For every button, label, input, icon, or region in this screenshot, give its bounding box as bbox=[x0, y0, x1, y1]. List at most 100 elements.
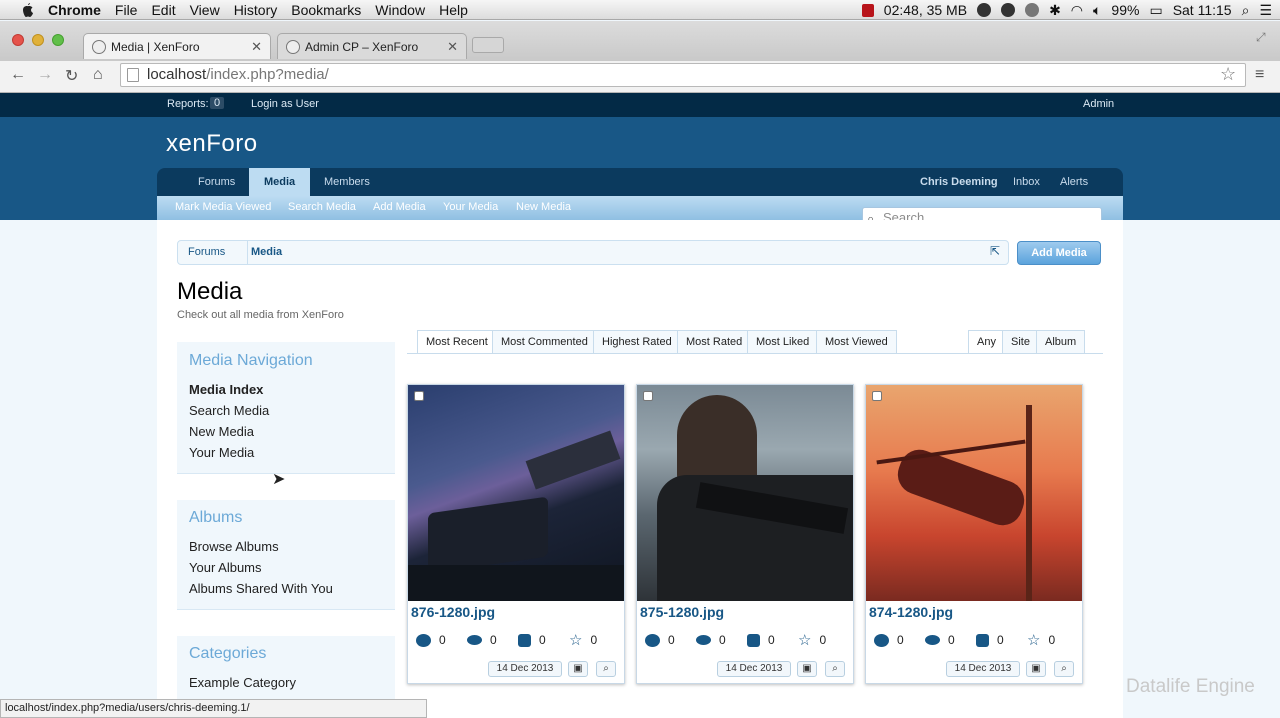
filter-most-recent[interactable]: Most Recent bbox=[417, 330, 497, 354]
tab-admin-cp[interactable]: Admin CP – XenForo ✕ bbox=[277, 33, 467, 59]
reload-icon[interactable]: ↻ bbox=[65, 66, 78, 86]
media-card[interactable]: 876-1280.jpg 0 0 0 ☆ 0 14 Dec 2013 ▣ ⌕ bbox=[407, 384, 625, 684]
address-bar[interactable]: localhost/index.php?media/ bbox=[120, 63, 1246, 87]
media-date[interactable]: 14 Dec 2013 bbox=[946, 661, 1020, 677]
breadcrumb-media[interactable]: Media bbox=[251, 240, 282, 265]
like-count: 0 bbox=[539, 633, 546, 647]
sidebar-item-media-index[interactable]: Media Index bbox=[189, 382, 263, 397]
filter-most-liked[interactable]: Most Liked bbox=[747, 330, 819, 354]
wifi-icon[interactable]: ◠ bbox=[1071, 2, 1083, 19]
menu-history[interactable]: History bbox=[234, 2, 278, 18]
media-thumbnail[interactable] bbox=[637, 385, 853, 601]
add-media-button[interactable]: Add Media bbox=[1017, 241, 1101, 265]
filter-highest-rated[interactable]: Highest Rated bbox=[593, 330, 681, 354]
window-minimize-button[interactable] bbox=[32, 34, 44, 46]
menu-edit[interactable]: Edit bbox=[151, 2, 175, 18]
zoom-icon[interactable]: ⌕ bbox=[825, 661, 845, 677]
sidebar-item-example-category[interactable]: Example Category bbox=[189, 675, 296, 690]
bookmark-star-icon[interactable]: ☆ bbox=[1220, 64, 1236, 85]
media-date[interactable]: 14 Dec 2013 bbox=[717, 661, 791, 677]
admin-link[interactable]: Admin bbox=[1083, 98, 1114, 110]
filter-most-commented[interactable]: Most Commented bbox=[492, 330, 597, 354]
zoom-icon[interactable]: ⌕ bbox=[1054, 661, 1074, 677]
chrome-menu-icon[interactable]: ≡ bbox=[1255, 66, 1264, 84]
menu-help[interactable]: Help bbox=[439, 2, 468, 18]
rating-star-icon: ☆ bbox=[569, 632, 583, 649]
tab-media-xenforo[interactable]: Media | XenForo ✕ bbox=[83, 33, 271, 59]
zoom-icon[interactable]: ⌕ bbox=[596, 661, 616, 677]
media-thumbnail[interactable] bbox=[866, 385, 1082, 601]
menu-bookmarks[interactable]: Bookmarks bbox=[291, 2, 361, 18]
select-checkbox[interactable] bbox=[872, 391, 882, 401]
image-icon[interactable]: ▣ bbox=[568, 661, 588, 677]
home-icon[interactable]: ⌂ bbox=[93, 66, 103, 84]
tab-close-icon[interactable]: ✕ bbox=[447, 39, 458, 55]
clock[interactable]: Sat 11:15 bbox=[1173, 2, 1232, 18]
scope-any[interactable]: Any bbox=[968, 330, 1005, 354]
forward-icon[interactable]: → bbox=[37, 66, 53, 84]
scope-site[interactable]: Site bbox=[1002, 330, 1039, 354]
media-thumbnail[interactable] bbox=[408, 385, 624, 601]
subnav-add-media[interactable]: Add Media bbox=[373, 196, 426, 218]
menu-window[interactable]: Window bbox=[375, 2, 425, 18]
fullscreen-icon[interactable]: ⤢ bbox=[1256, 30, 1266, 45]
battery-percent[interactable]: 99% bbox=[1111, 2, 1139, 18]
reports-count[interactable]: 0 bbox=[210, 97, 225, 109]
login-as-user-link[interactable]: Login as User bbox=[251, 98, 319, 110]
menu-app-name[interactable]: Chrome bbox=[48, 2, 101, 18]
browser-status-bar: localhost/index.php?media/users/chris-de… bbox=[0, 699, 427, 718]
media-card[interactable]: 875-1280.jpg 0 0 0 ☆ 0 14 Dec 2013 ▣ ⌕ bbox=[636, 384, 854, 684]
sidebar-item-your-albums[interactable]: Your Albums bbox=[189, 560, 262, 575]
breadcrumb-forums[interactable]: Forums bbox=[188, 240, 225, 265]
sidebar-item-new-media[interactable]: New Media bbox=[189, 424, 254, 439]
nav-user-chris-deeming[interactable]: Chris Deeming bbox=[905, 168, 1013, 196]
sidebar-item-browse-albums[interactable]: Browse Albums bbox=[189, 539, 279, 554]
filter-most-viewed[interactable]: Most Viewed bbox=[816, 330, 897, 354]
filter-most-rated[interactable]: Most Rated bbox=[677, 330, 752, 354]
tab-close-icon[interactable]: ✕ bbox=[251, 39, 262, 55]
time-machine-icon[interactable] bbox=[1025, 3, 1040, 17]
memory-status: 02:48, 35 MB bbox=[883, 2, 968, 18]
volume-icon[interactable]: 🔈︎ bbox=[1093, 2, 1101, 19]
bluetooth-icon[interactable]: ✱ bbox=[1049, 2, 1061, 19]
menu-view[interactable]: View bbox=[190, 2, 220, 18]
memory-monitor-icon[interactable] bbox=[861, 3, 874, 17]
select-checkbox[interactable] bbox=[414, 391, 424, 401]
media-title[interactable]: 874-1280.jpg bbox=[869, 604, 953, 620]
subnav-new-media[interactable]: New Media bbox=[516, 196, 571, 218]
battery-icon[interactable]: ▭ bbox=[1149, 2, 1162, 19]
scope-album[interactable]: Album bbox=[1036, 330, 1086, 354]
spotlight-icon[interactable]: ⌕ bbox=[1242, 2, 1250, 19]
sidebar-heading-albums: Albums bbox=[189, 509, 243, 526]
subnav-search-media[interactable]: Search Media bbox=[288, 196, 356, 218]
rating-star-icon: ☆ bbox=[1027, 632, 1041, 649]
sidebar-item-albums-shared[interactable]: Albums Shared With You bbox=[189, 581, 333, 596]
jump-menu-icon[interactable]: ⇱ bbox=[990, 244, 1000, 258]
new-tab-button[interactable] bbox=[472, 37, 504, 53]
site-logo[interactable]: xenForo bbox=[166, 130, 258, 158]
notification-center-icon[interactable]: ☰ bbox=[1259, 2, 1272, 19]
media-title[interactable]: 876-1280.jpg bbox=[411, 604, 495, 620]
nav-media[interactable]: Media bbox=[249, 168, 311, 196]
chat-icon[interactable] bbox=[1001, 3, 1016, 17]
select-checkbox[interactable] bbox=[643, 391, 653, 401]
image-icon[interactable]: ▣ bbox=[1026, 661, 1046, 677]
sidebar-item-your-media[interactable]: Your Media bbox=[189, 445, 254, 460]
media-card[interactable]: 874-1280.jpg 0 0 0 ☆ 0 14 Dec 2013 ▣ ⌕ bbox=[865, 384, 1083, 684]
nav-forums[interactable]: Forums bbox=[183, 168, 250, 196]
sidebar-item-search-media[interactable]: Search Media bbox=[189, 403, 269, 418]
evernote-icon[interactable] bbox=[977, 3, 992, 17]
back-icon[interactable]: ← bbox=[10, 66, 26, 84]
nav-members[interactable]: Members bbox=[309, 168, 385, 196]
media-date[interactable]: 14 Dec 2013 bbox=[488, 661, 562, 677]
reports-label[interactable]: Reports: bbox=[167, 98, 209, 110]
subnav-mark-media-viewed[interactable]: Mark Media Viewed bbox=[175, 196, 271, 218]
image-icon[interactable]: ▣ bbox=[797, 661, 817, 677]
apple-icon[interactable] bbox=[20, 2, 34, 18]
menu-file[interactable]: File bbox=[115, 2, 138, 18]
window-close-button[interactable] bbox=[12, 34, 24, 46]
nav-alerts[interactable]: Alerts bbox=[1045, 168, 1103, 196]
media-title[interactable]: 875-1280.jpg bbox=[640, 604, 724, 620]
window-zoom-button[interactable] bbox=[52, 34, 64, 46]
subnav-your-media[interactable]: Your Media bbox=[443, 196, 498, 218]
